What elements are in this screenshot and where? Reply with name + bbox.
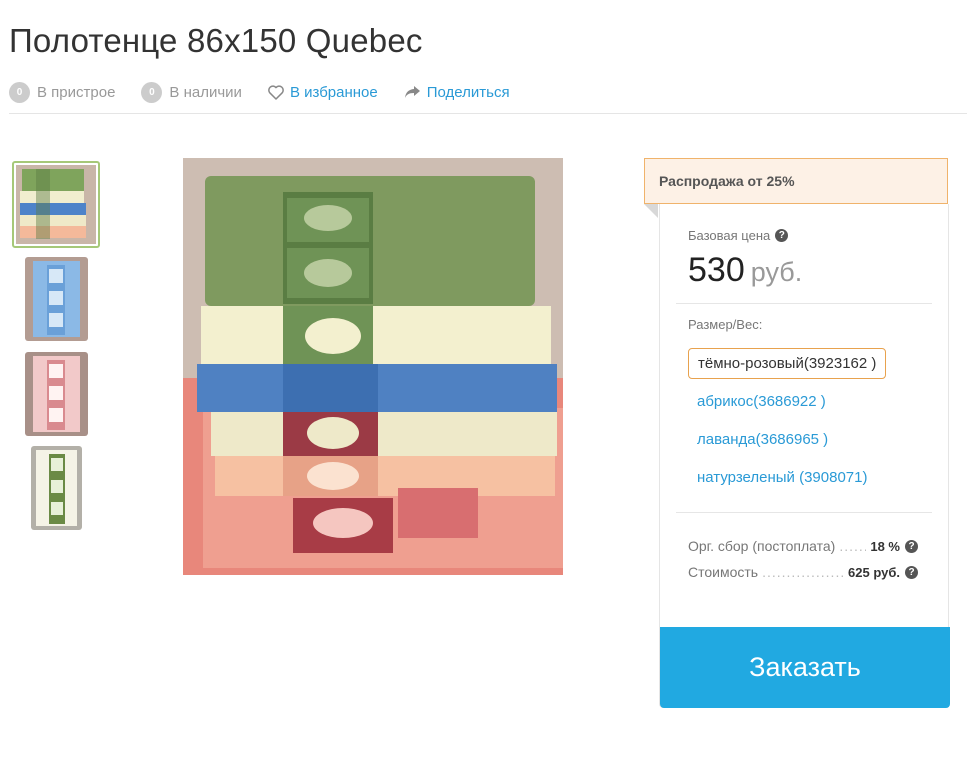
heart-icon xyxy=(268,84,284,100)
thumbnail-blue-towel[interactable] xyxy=(25,257,88,341)
size-label: Размер/Вес: xyxy=(688,317,763,332)
main-product-image[interactable] xyxy=(183,158,563,575)
banner-fold xyxy=(644,204,658,218)
thumbnail-pink-towel[interactable] xyxy=(25,352,88,436)
org-fee-value: 18 % xyxy=(870,538,900,554)
stock-button[interactable]: 0 В наличии xyxy=(141,81,242,103)
pristroy-button[interactable]: 0 В пристрое xyxy=(9,81,116,103)
thumbnail-white-green-towel[interactable] xyxy=(31,446,82,530)
leader-dots: .......................... xyxy=(839,538,867,554)
page-title: Полотенце 86х150 Quebec xyxy=(9,22,423,59)
order-button[interactable]: Заказать xyxy=(660,627,950,708)
size-option[interactable]: абрикос(3686922 ) xyxy=(688,386,835,417)
base-price-value: 530 xyxy=(688,251,745,289)
org-fee-row: Орг. сбор (постоплата) .................… xyxy=(688,538,918,554)
size-option-selected[interactable]: тёмно-розовый(3923162 ) xyxy=(688,348,887,379)
header-divider xyxy=(9,113,967,114)
size-option[interactable]: лаванда(3686965 ) xyxy=(688,424,837,455)
favorite-button[interactable]: В избранное xyxy=(268,84,378,101)
product-actions: 0 В пристрое 0 В наличии В избранное Под… xyxy=(9,80,536,104)
currency: руб. xyxy=(750,257,803,287)
help-icon[interactable]: ? xyxy=(905,565,918,579)
thumbnail-green-towel-stack[interactable] xyxy=(12,161,100,248)
stock-count-badge: 0 xyxy=(141,81,163,103)
share-icon xyxy=(404,86,420,98)
size-option[interactable]: натурзеленый (3908071) xyxy=(688,462,877,493)
stock-label: В наличии xyxy=(169,83,242,101)
base-price-label-text: Базовая цена xyxy=(688,228,771,243)
price-card: Базовая цена ? 530 руб. Размер/Вес: тёмно… xyxy=(659,204,950,708)
pristroy-count-badge: 0 xyxy=(9,81,30,103)
help-icon[interactable]: ? xyxy=(775,229,789,242)
price-divider xyxy=(676,303,932,304)
org-fee-label: Орг. сбор (постоплата) xyxy=(688,538,836,554)
cost-row: Стоимость .......................... 625… xyxy=(688,564,918,580)
base-price-label: Базовая цена ? xyxy=(688,228,789,243)
options-divider xyxy=(676,512,932,513)
leader-dots: .......................... xyxy=(762,564,844,580)
cost-label: Стоимость xyxy=(688,564,759,580)
cost-value: 625 руб. xyxy=(848,564,900,580)
favorite-label: В избранное xyxy=(289,83,378,101)
pristroy-label: В пристрое xyxy=(37,83,116,101)
share-button[interactable]: Поделиться xyxy=(404,84,510,101)
base-price: 530 руб. xyxy=(688,251,802,290)
help-icon[interactable]: ? xyxy=(905,539,918,553)
sale-banner: Распродажа от 25% xyxy=(644,158,948,204)
share-label: Поделиться xyxy=(426,83,510,101)
